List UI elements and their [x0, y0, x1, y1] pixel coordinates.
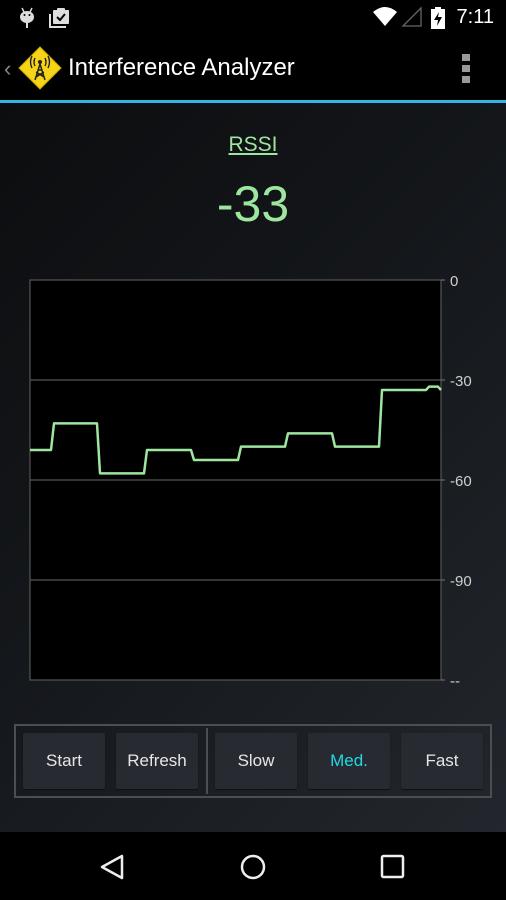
slow-speed-button[interactable]: Slow	[215, 733, 297, 789]
medium-speed-button[interactable]: Med.	[308, 733, 390, 789]
overflow-menu-icon[interactable]	[459, 50, 475, 86]
clipboard-check-icon	[49, 8, 69, 28]
button-group-divider	[206, 728, 208, 794]
y-tick-label: -30	[450, 373, 472, 390]
start-button[interactable]: Start	[23, 733, 105, 789]
fast-speed-button[interactable]: Fast	[401, 733, 483, 789]
cell-signal-icon	[401, 6, 422, 27]
home-icon[interactable]	[236, 850, 270, 884]
y-tick-label: 0	[450, 273, 458, 290]
radio-tower-warning-icon[interactable]	[18, 46, 62, 90]
y-tick-label: -90	[450, 573, 472, 590]
up-navigation-icon[interactable]: ‹	[4, 56, 11, 82]
y-tick-label: -60	[450, 473, 472, 490]
action-bar: ‹ Interference Analyzer	[0, 36, 506, 100]
status-bar: 7:11	[0, 0, 506, 36]
navigation-bar	[0, 832, 506, 900]
wifi-icon	[373, 7, 397, 26]
rssi-chart: 0 -30 -60 -90 --	[29, 273, 472, 690]
android-debug-icon	[20, 7, 34, 28]
y-tick-label: --	[450, 673, 460, 690]
app-title: Interference Analyzer	[68, 54, 295, 81]
refresh-button[interactable]: Refresh	[116, 733, 198, 789]
recents-icon[interactable]	[376, 850, 410, 884]
battery-charging-icon	[431, 7, 445, 29]
back-icon[interactable]	[96, 850, 130, 884]
clock: 7:11	[456, 6, 494, 28]
main-content: RSSI -33 0 -30 -60 -90 -- Start Refresh Slow…	[0, 103, 506, 832]
control-panel: Start Refresh Slow Med. Fast	[14, 724, 492, 798]
